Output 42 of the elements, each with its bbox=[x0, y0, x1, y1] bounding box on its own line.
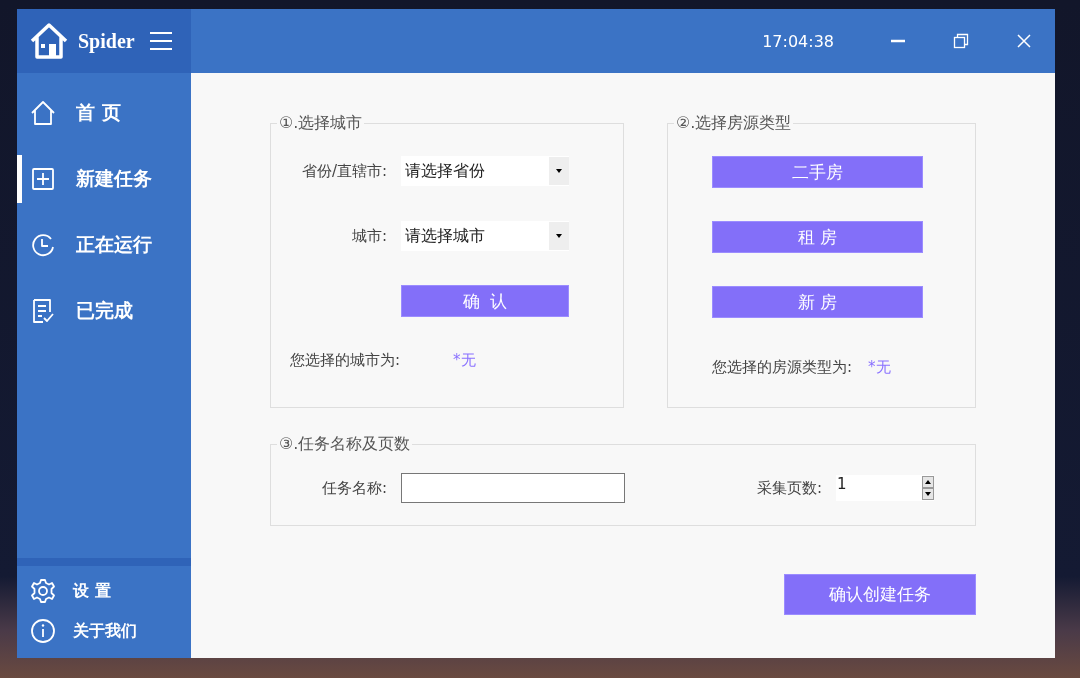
info-icon bbox=[30, 618, 56, 644]
field-label: 城市: bbox=[350, 226, 388, 246]
sidebar-item[interactable]: 已完成 bbox=[17, 278, 191, 344]
field-label: 省份/直辖市: bbox=[300, 161, 388, 181]
sidebar-item[interactable]: 正在运行 bbox=[17, 212, 191, 278]
app-name: Spider bbox=[78, 29, 135, 53]
sidebar-item[interactable]: 设 置 bbox=[17, 571, 191, 611]
dropdown[interactable]: 请选择城市 bbox=[401, 221, 569, 251]
checklist-icon bbox=[30, 298, 56, 324]
plus-square-icon bbox=[30, 166, 56, 192]
home-icon bbox=[30, 100, 56, 126]
menu-icon[interactable] bbox=[149, 31, 172, 51]
sidebar-item[interactable]: 新建任务 bbox=[17, 146, 191, 212]
clock: 17:04:38 bbox=[762, 31, 834, 51]
result-label: 您选择的城市为: bbox=[290, 351, 402, 370]
dropdown[interactable]: 请选择省份 bbox=[401, 156, 569, 186]
sidebar-item[interactable]: 关于我们 bbox=[17, 611, 191, 651]
result-value: *无 bbox=[453, 351, 476, 370]
group-title: ②.选择房源类型 bbox=[675, 113, 793, 134]
caret-icon bbox=[556, 234, 562, 238]
result-label: 您选择的房源类型为: bbox=[712, 358, 853, 377]
spin-arrows-icon[interactable] bbox=[922, 476, 934, 500]
clock-icon bbox=[30, 232, 56, 258]
house-type-button[interactable]: 二手房 bbox=[712, 156, 923, 188]
house-type-button[interactable]: 新 房 bbox=[712, 286, 923, 318]
restore-icon bbox=[952, 33, 969, 49]
result-value: *无 bbox=[868, 358, 891, 377]
caret-icon bbox=[556, 169, 562, 173]
page-count-spinbox[interactable]: 1 bbox=[836, 475, 934, 501]
field-label: 任务名称: bbox=[320, 478, 388, 498]
sidebar-item[interactable]: 首 页 bbox=[17, 80, 191, 146]
group-title: ①.选择城市 bbox=[278, 113, 364, 134]
house-type-button[interactable]: 租 房 bbox=[712, 221, 923, 253]
confirm-button[interactable]: 确 认 bbox=[401, 285, 569, 317]
minimize-icon bbox=[889, 39, 906, 43]
settings-icon bbox=[30, 578, 56, 604]
task-name-field[interactable] bbox=[401, 473, 625, 503]
close-icon bbox=[1015, 33, 1032, 49]
field-label: 采集页数: bbox=[755, 478, 823, 498]
house-icon bbox=[29, 22, 69, 60]
group-title: ③.任务名称及页数 bbox=[278, 434, 412, 455]
create-task-button[interactable]: 确认创建任务 bbox=[784, 574, 976, 615]
